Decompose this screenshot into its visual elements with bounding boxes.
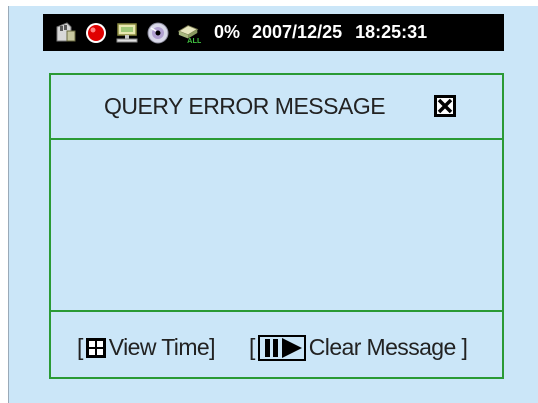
view-time-button[interactable]: [ View Time ] [77, 334, 215, 361]
record-indicator-icon [84, 21, 108, 45]
clear-message-button[interactable]: [ Clear Message ] [249, 334, 468, 361]
pause-play-icon [257, 334, 306, 361]
close-box-icon[interactable] [434, 95, 456, 117]
status-date: 2007/12/25 [252, 22, 343, 42]
svg-text:ALL: ALL [187, 36, 201, 45]
query-error-dialog: QUERY ERROR MESSAGE [ View Time ] [Clea… [49, 73, 504, 379]
hdd-all-icon: ALL [177, 21, 201, 45]
dialog-footer: [ View Time ] [Clear Message] [51, 312, 502, 377]
dialog-header: QUERY ERROR MESSAGE [51, 75, 502, 140]
status-bar: ALL 0% 2007/12/25 18:25:31 [43, 14, 504, 51]
quad-grid-icon [85, 337, 106, 358]
network-icon [115, 21, 139, 45]
open-bracket: [ [249, 334, 255, 360]
close-bracket: ] [455, 334, 468, 360]
dialog-title: QUERY ERROR MESSAGE [104, 93, 386, 119]
close-bracket: ] [209, 334, 215, 360]
clear-message-label: Clear Message [308, 334, 456, 360]
usage-percent: 0% [214, 22, 241, 42]
disc-icon [146, 21, 170, 45]
open-bracket: [ [77, 334, 83, 360]
status-time: 18:25:31 [355, 22, 428, 42]
message-area [51, 140, 502, 312]
sd-card-icon [53, 21, 77, 45]
view-time-label: View Time [108, 334, 210, 360]
